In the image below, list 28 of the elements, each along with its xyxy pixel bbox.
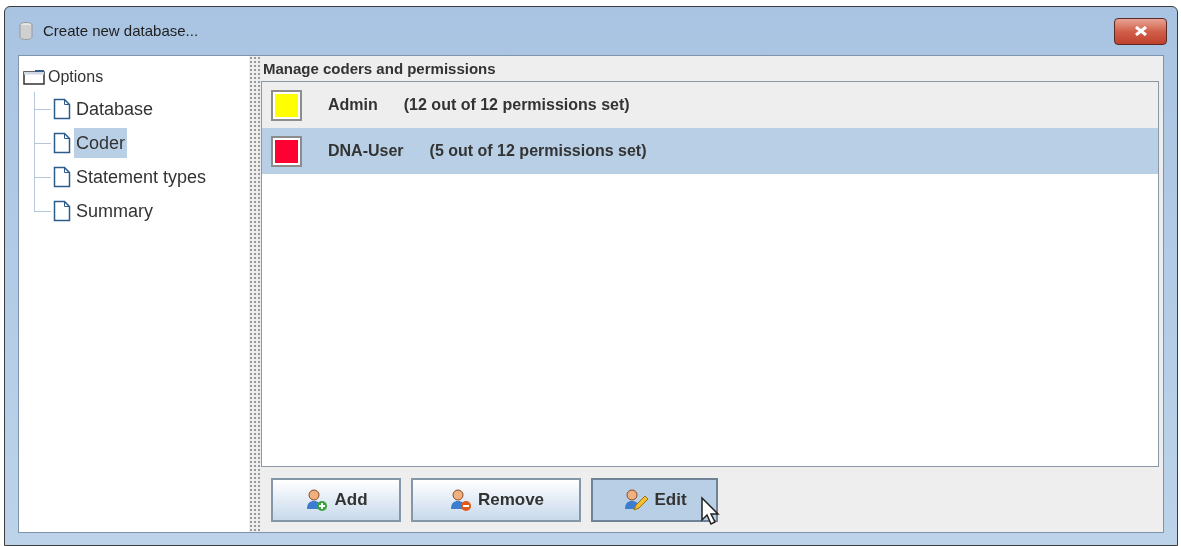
window-title: Create new database... bbox=[43, 20, 199, 41]
panel-title: Manage coders and permissions bbox=[262, 59, 497, 79]
tree-node-label[interactable]: Options bbox=[48, 65, 104, 89]
coder-name: DNA-User bbox=[328, 141, 404, 161]
user-add-icon bbox=[304, 487, 329, 512]
close-icon bbox=[1133, 26, 1148, 36]
database-icon bbox=[19, 22, 33, 40]
splitter-handle[interactable] bbox=[249, 56, 261, 532]
tree-node-label[interactable]: Database bbox=[74, 94, 156, 124]
user-edit-icon bbox=[622, 487, 649, 512]
add-button[interactable]: Add bbox=[271, 477, 401, 522]
document-icon bbox=[53, 200, 71, 222]
permission-count: (5 out of 12 permissions set) bbox=[429, 141, 647, 161]
document-icon bbox=[53, 98, 71, 120]
document-icon bbox=[53, 132, 71, 154]
tree-node-label[interactable]: Summary bbox=[74, 196, 155, 226]
coder-row[interactable]: Admin (12 out of 12 permissions set) bbox=[262, 82, 1158, 128]
permission-count: (12 out of 12 permissions set) bbox=[403, 95, 630, 115]
remove-button[interactable]: Remove bbox=[411, 477, 581, 522]
tree-node-label[interactable]: Coder bbox=[74, 128, 128, 158]
cursor-icon bbox=[700, 496, 722, 526]
coder-name: Admin bbox=[328, 95, 378, 115]
folder-icon bbox=[23, 69, 45, 85]
coder-row[interactable]: DNA-User (5 out of 12 permissions set) bbox=[262, 128, 1158, 174]
close-button[interactable] bbox=[1114, 17, 1167, 45]
document-icon bbox=[53, 166, 71, 188]
edit-button[interactable]: Edit bbox=[591, 477, 718, 522]
tree-node-label[interactable]: Statement types bbox=[74, 162, 209, 192]
